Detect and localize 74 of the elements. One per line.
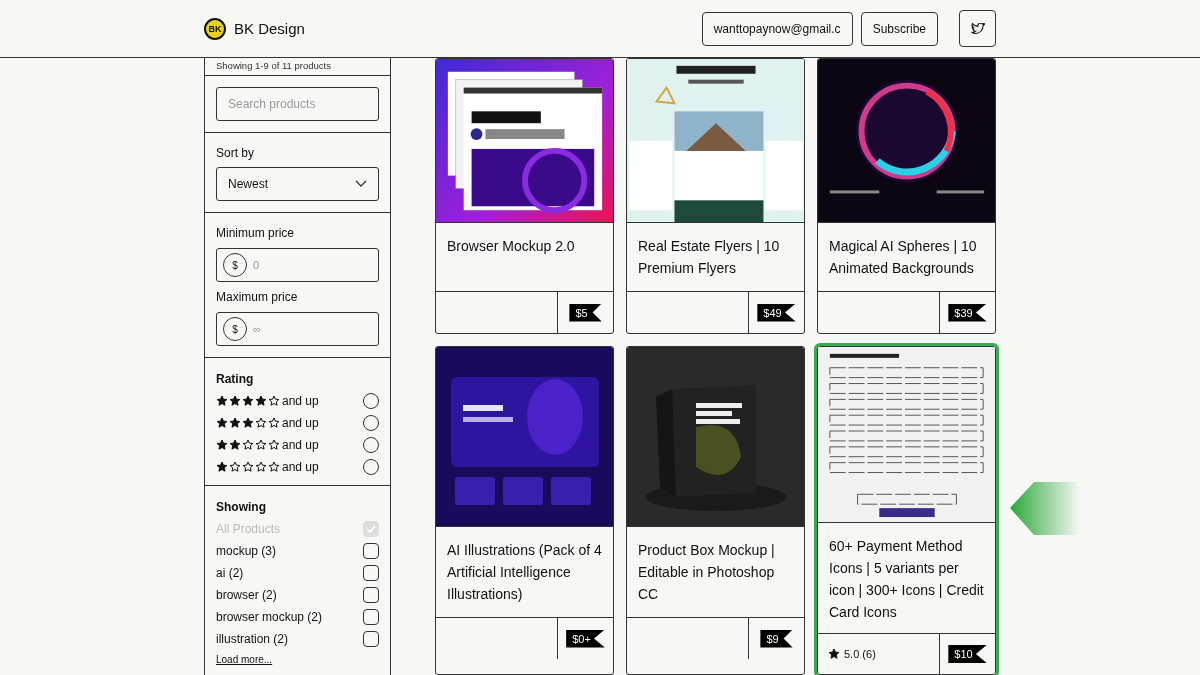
- rating-heading: Rating: [216, 372, 255, 386]
- product-card[interactable]: Product Box Mockup | Editable in Photoshop CC $9: [626, 346, 805, 675]
- checkbox[interactable]: [363, 609, 379, 625]
- product-title: Product Box Mockup | Editable in Photoshop CC: [627, 526, 804, 617]
- rating-label: and up: [282, 394, 319, 408]
- logo[interactable]: BK: [204, 17, 226, 40]
- minimum-price-label: Minimum price: [216, 226, 295, 240]
- star-outline-icon: [268, 439, 280, 451]
- star-outline-icon: [255, 439, 267, 451]
- star-icon: [242, 395, 254, 407]
- star-icon: [229, 417, 241, 429]
- product-title: Browser Mockup 2.0: [436, 222, 613, 291]
- search-field[interactable]: Search products: [216, 87, 379, 121]
- star-outline-icon: [255, 417, 267, 429]
- star-outline-icon: [229, 461, 241, 473]
- star-outline-icon: [255, 461, 267, 473]
- filter-label: browser mockup (2): [216, 610, 323, 624]
- email-field[interactable]: wanttopaynow@gmail.c: [701, 11, 853, 46]
- star-icon: [229, 439, 241, 451]
- sort-dropdown[interactable]: Newest: [216, 167, 379, 201]
- star-icon: [216, 417, 228, 429]
- product-title: AI Illustrations (Pack of 4 Artificial Intelligence Illustrations): [436, 526, 613, 617]
- price-tag: $49: [757, 303, 796, 322]
- price-tag: $5: [569, 303, 602, 322]
- star-icon: [255, 395, 267, 407]
- star-icon: [242, 417, 254, 429]
- sort-label: Sort by: [216, 146, 255, 160]
- product-title: Real Estate Flyers | 10 Premium Flyers: [627, 222, 804, 291]
- product-card[interactable]: Browser Mockup 2.0 $5: [435, 58, 614, 334]
- price-tag: $39: [948, 303, 987, 322]
- star-outline-icon: [242, 439, 254, 451]
- bird-icon[interactable]: [959, 10, 996, 47]
- brand-name[interactable]: BK Design: [234, 20, 305, 37]
- rating-value: 5.0 (6): [844, 647, 876, 660]
- arrow-icon: [1010, 482, 1080, 535]
- star-icon: [216, 461, 228, 473]
- showing-heading: Showing: [216, 500, 267, 514]
- filter-label: mockup (3): [216, 544, 277, 558]
- subscribe-button[interactable]: Subscribe: [860, 11, 938, 46]
- star-icon: [216, 439, 228, 451]
- star-outline-icon: [268, 461, 280, 473]
- product-title: 60+ Payment Method Icons | 5 variants per icon | 300+ Icons | Credit Card Icons: [818, 521, 995, 633]
- checkbox[interactable]: [363, 543, 379, 559]
- price-tag: $0+: [566, 629, 605, 648]
- star-outline-icon: [242, 461, 254, 473]
- filter-label: ai (2): [216, 566, 244, 580]
- product-title: Magical AI Spheres | 10 Animated Backgrounds: [818, 222, 995, 291]
- price-field[interactable]: $ ∞: [216, 312, 379, 346]
- filter-label: illustration (2): [216, 632, 289, 646]
- product-card[interactable]: Magical AI Spheres | 10 Animated Backgrounds $39: [817, 58, 996, 334]
- checkbox[interactable]: [363, 631, 379, 647]
- price-tag: $9: [760, 629, 793, 648]
- result-count: Showing 1-9 of 11 products: [205, 58, 390, 76]
- star-outline-icon: [268, 417, 280, 429]
- checkbox[interactable]: [363, 587, 379, 603]
- star-icon: [216, 395, 228, 407]
- product-card[interactable]: 60+ Payment Method Icons | 5 variants per icon | 300+ Icons | Credit Card Icons 5.0 (6) $10: [817, 346, 996, 675]
- filter-label: browser (2): [216, 588, 277, 602]
- star-outline-icon: [268, 395, 280, 407]
- product-card[interactable]: Real Estate Flyers | 10 Premium Flyers $49: [626, 58, 805, 334]
- rating-label: and up: [282, 416, 319, 430]
- check-icon: [366, 525, 376, 533]
- maximum-price-label: Maximum price: [216, 290, 299, 304]
- star-icon: [229, 395, 241, 407]
- filter-label: All Products: [216, 522, 281, 536]
- star-icon: [828, 647, 840, 660]
- load-more-link[interactable]: Load more...: [216, 654, 379, 665]
- chevron-down-icon: [355, 180, 367, 188]
- rating-label: and up: [282, 460, 319, 474]
- product-card[interactable]: AI Illustrations (Pack of 4 Artificial Intelligence Illustrations) $0+: [435, 346, 614, 675]
- price-tag: $10: [948, 644, 987, 663]
- rating-label: and up: [282, 438, 319, 452]
- price-field[interactable]: $ 0: [216, 248, 379, 282]
- checkbox[interactable]: [363, 565, 379, 581]
